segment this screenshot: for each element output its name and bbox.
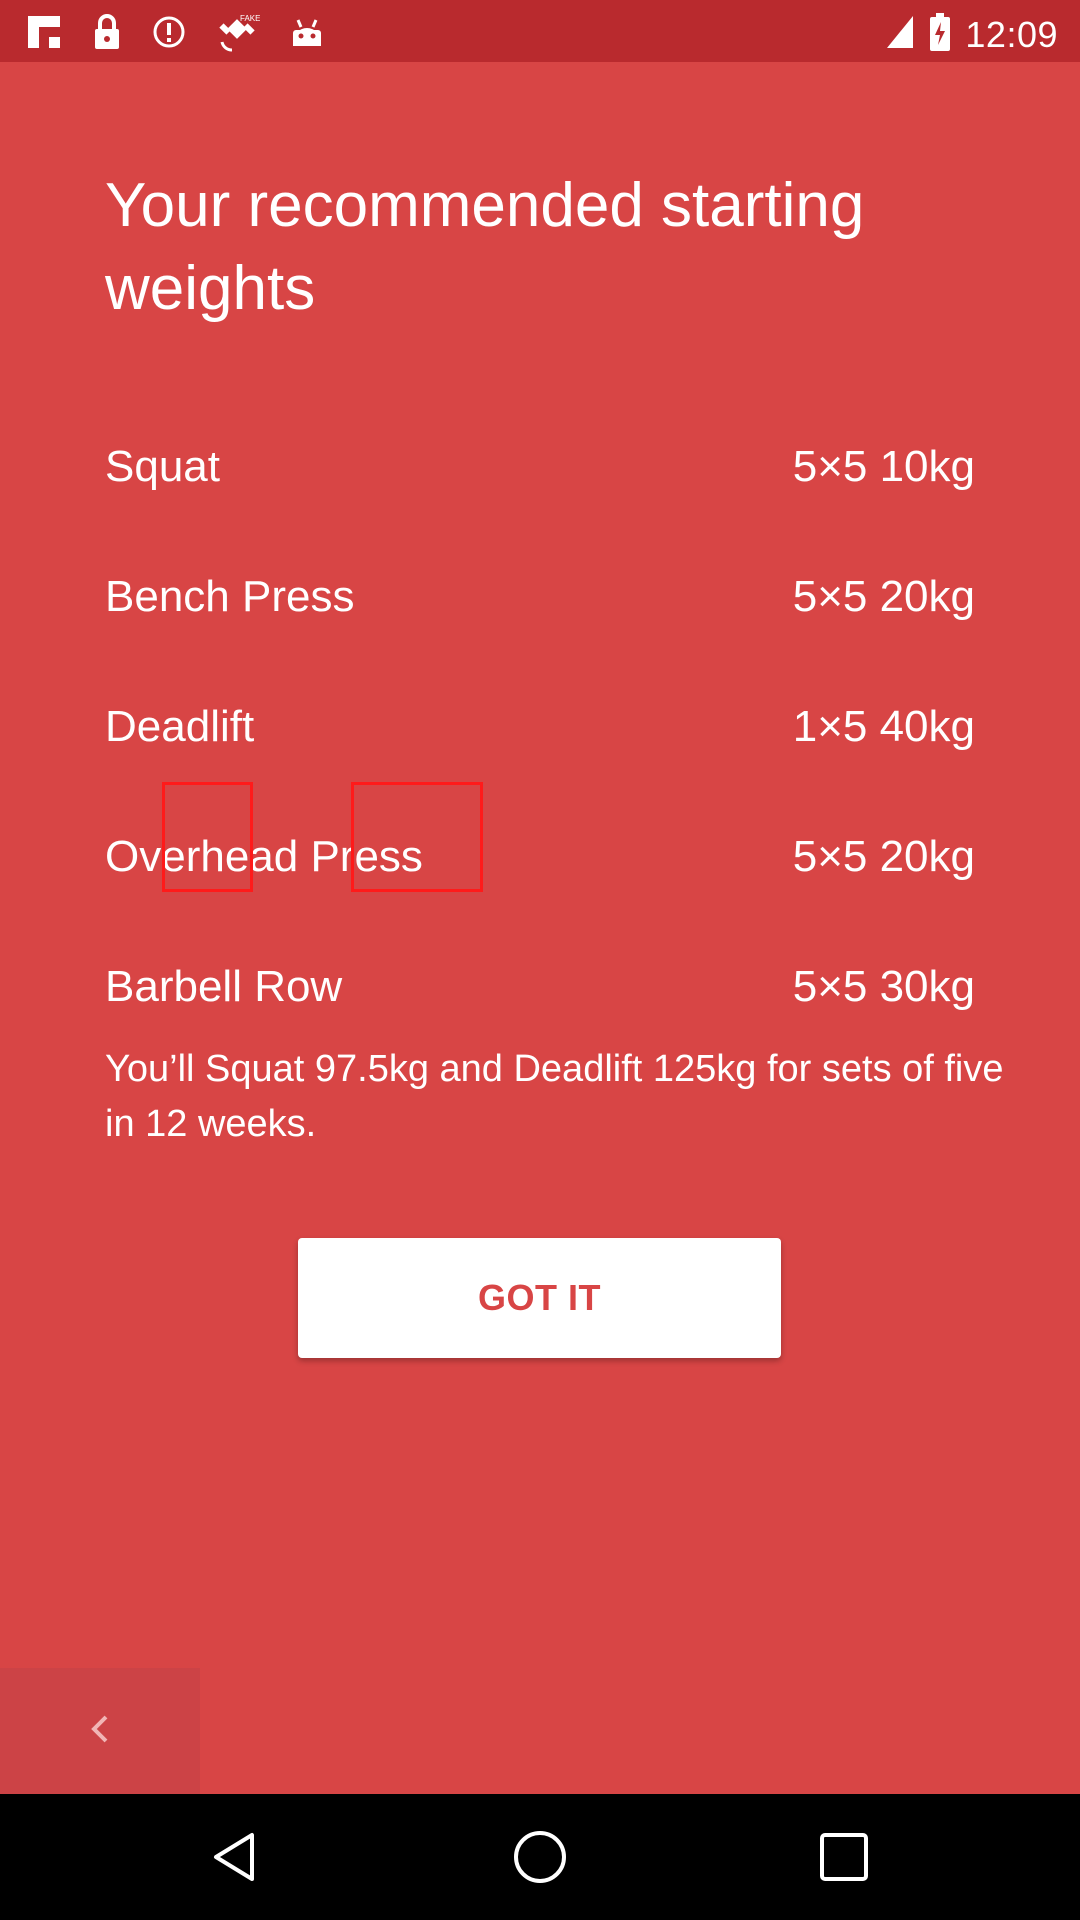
exercise-row-bench-press: Bench Press 5×5 20kg	[105, 572, 975, 702]
battery-icon	[929, 12, 951, 57]
status-bar: FAKE 12:09	[0, 0, 1080, 62]
exercise-weight: 5×5 20kg	[792, 572, 975, 621]
status-right: 12:09	[885, 12, 1058, 57]
android-icon	[290, 16, 324, 48]
lock-icon	[92, 13, 122, 51]
nav-home-button[interactable]	[510, 1827, 570, 1887]
triangle-back-icon	[214, 1833, 254, 1881]
page-title: Your recommended starting weights	[105, 171, 865, 323]
exercise-name: Bench Press	[105, 572, 355, 621]
exercise-weight: 1×5 40kg	[792, 702, 975, 751]
alert-icon	[152, 15, 186, 49]
signal-icon	[885, 14, 915, 55]
back-button[interactable]	[0, 1668, 200, 1794]
exercise-row-squat: Squat 5×5 10kg	[105, 442, 975, 572]
nav-back-button[interactable]	[206, 1827, 266, 1887]
exercise-weight: 5×5 10kg	[792, 442, 975, 491]
exercise-weight: 5×5 20kg	[792, 832, 975, 881]
svg-text:FAKE: FAKE	[240, 14, 260, 23]
exercise-name: Squat	[105, 442, 220, 491]
summary-text: You’ll Squat 97.5kg and Deadlift 125kg f…	[105, 1048, 1004, 1145]
exercise-name: Deadlift	[105, 702, 255, 751]
recommended-weights-screen: Your recommended starting weights Squat …	[0, 62, 1080, 1794]
fake-gps-icon: FAKE	[216, 12, 260, 52]
flipboard-icon	[26, 14, 62, 50]
nav-recents-button[interactable]	[814, 1827, 874, 1887]
status-left-icons: FAKE	[26, 12, 324, 52]
exercise-list: Squat 5×5 10kg Bench Press 5×5 20kg Dead…	[105, 442, 975, 1092]
highlight-box	[162, 782, 253, 892]
circle-home-icon	[514, 1831, 566, 1883]
navigation-bar	[0, 1794, 1080, 1920]
square-recents-icon	[820, 1833, 868, 1881]
exercise-weight: 5×5 30kg	[792, 962, 975, 1011]
status-clock: 12:09	[965, 13, 1058, 55]
exercise-name: Barbell Row	[105, 962, 343, 1011]
highlight-box	[351, 782, 483, 892]
got-it-button[interactable]: GOT IT	[298, 1238, 781, 1358]
chevron-left-icon	[88, 1709, 112, 1754]
